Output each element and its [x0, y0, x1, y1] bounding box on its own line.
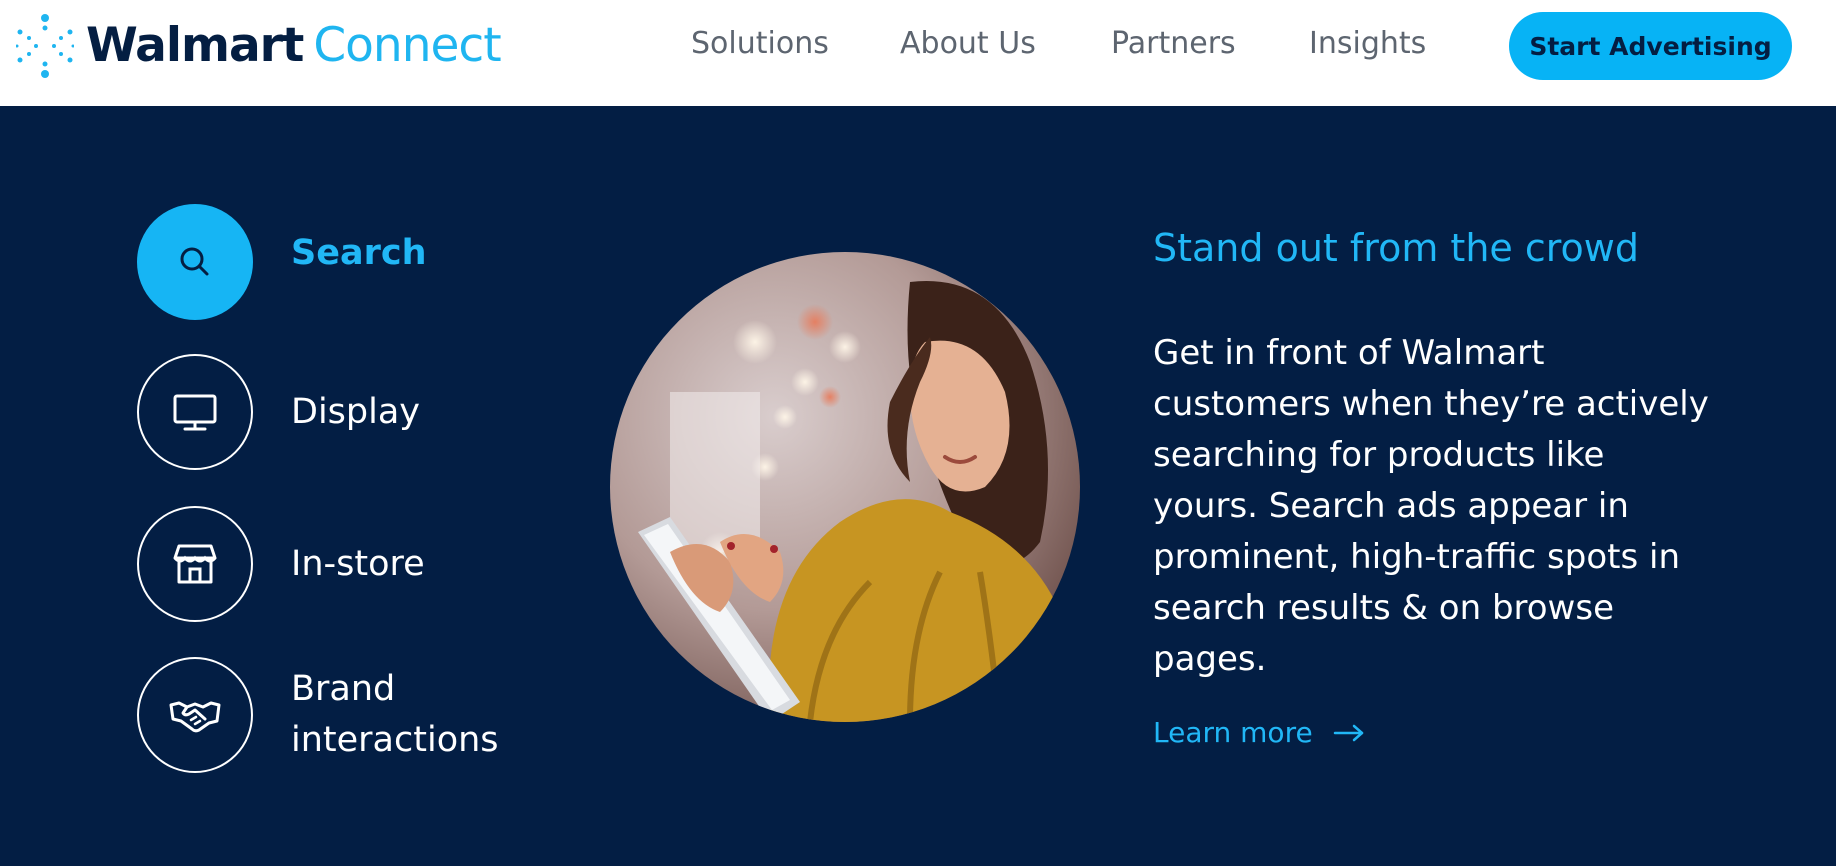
tab-display[interactable]: Display [137, 354, 420, 470]
monitor-icon [173, 394, 217, 431]
section-description: Get in front of Walmart customers when t… [1153, 333, 1709, 679]
nav-partners[interactable]: Partners [1111, 26, 1236, 61]
logo-brand-text: Walmart [86, 18, 304, 73]
tab-display-icon-circle [137, 354, 253, 470]
start-advertising-button[interactable]: Start Advertising [1509, 12, 1792, 80]
nav-solutions[interactable]: Solutions [691, 26, 829, 61]
tab-brand-interactions-label: Brand interactions [291, 669, 499, 760]
nav-about-us[interactable]: About Us [900, 26, 1036, 61]
nav-insights[interactable]: Insights [1309, 26, 1426, 61]
site-header: Walmart Connect Solutions About Us Partne… [0, 0, 1836, 106]
storefront-icon [173, 544, 217, 584]
solutions-section: Search Display In-store Brand interactio… [0, 106, 1836, 866]
photo-illustration [610, 252, 1080, 722]
logo-product-text: Connect [313, 18, 501, 73]
tab-in-store-label: In-store [291, 543, 425, 584]
handshake-icon [169, 701, 221, 733]
tab-brand-interactions[interactable]: Brand interactions [137, 657, 511, 773]
tab-in-store[interactable]: In-store [137, 506, 425, 622]
tab-search-label: Search [291, 232, 427, 273]
tab-display-label: Display [291, 391, 421, 432]
tab-brand-interactions-icon-circle [137, 657, 253, 773]
woman-using-phone-photo [610, 252, 1080, 722]
logo-wordmark: Walmart Connect [86, 14, 502, 78]
spark-dots-logo-icon [16, 14, 74, 78]
tab-search-icon-circle [137, 204, 253, 320]
arrow-right-icon [1333, 724, 1363, 741]
search-icon [180, 247, 209, 276]
tab-search[interactable]: Search [137, 204, 427, 320]
walmart-connect-logo[interactable]: Walmart Connect [16, 14, 502, 78]
tab-in-store-icon-circle [137, 506, 253, 622]
section-headline: Stand out from the crowd [1153, 226, 1639, 270]
learn-more-link[interactable]: Learn more [1153, 716, 1365, 749]
learn-more-label: Learn more [1153, 716, 1313, 749]
